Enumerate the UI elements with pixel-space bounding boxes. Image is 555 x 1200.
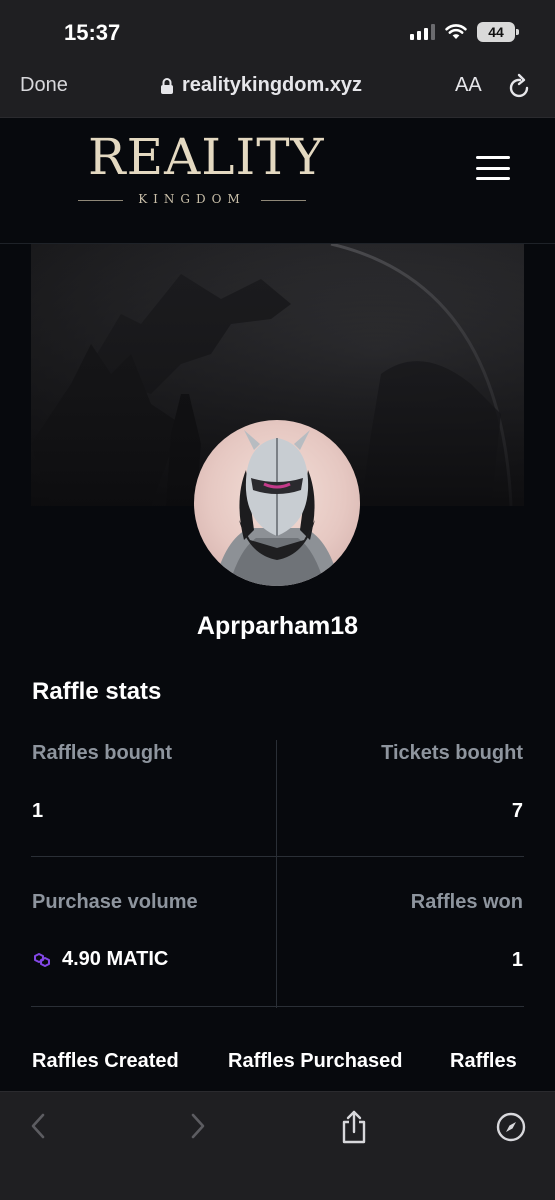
browser-bottom-toolbar [0, 1091, 555, 1200]
raffles-bought-value: 1 [32, 800, 44, 822]
logo-sub-text: KINGDOM [138, 192, 246, 206]
logo-divider-right [261, 200, 306, 201]
address-bar[interactable]: realitykingdom.xyz [160, 74, 362, 97]
stats-divider-bottom [31, 1006, 524, 1007]
battery-level: 44 [488, 24, 504, 40]
compass-icon[interactable] [496, 1112, 526, 1142]
status-time: 15:37 [64, 20, 121, 45]
raffles-bought-label: Raffles bought [32, 742, 172, 764]
done-button[interactable]: Done [20, 74, 68, 97]
reload-icon[interactable] [508, 73, 532, 99]
status-icons: 44 [410, 22, 519, 42]
purchase-volume-value: 4.90 MATIC [62, 948, 169, 970]
raffles-won-label: Raffles won [410, 891, 523, 913]
share-icon[interactable] [340, 1110, 368, 1144]
menu-icon[interactable] [476, 156, 510, 180]
raffle-stats-title: Raffle stats [32, 678, 162, 705]
logo-main-text: REALITY [88, 128, 325, 186]
knight-avatar-image [214, 430, 340, 586]
tab-raffles-purchased[interactable]: Raffles Purchased [228, 1050, 403, 1073]
purchase-volume: 4.90 MATIC [32, 948, 168, 971]
profile-username: Aprparham18 [196, 612, 359, 640]
cellular-signal-icon [410, 24, 435, 40]
back-icon[interactable] [28, 1112, 48, 1140]
browser-toolbar: Done realitykingdom.xyz AA [0, 60, 555, 118]
status-bar: 15:37 44 [0, 0, 555, 60]
text-size-button[interactable]: AA [455, 74, 482, 97]
tickets-bought-label: Tickets bought [381, 742, 523, 764]
stats-divider-horizontal [31, 856, 524, 857]
tab-raffles[interactable]: Raffles [450, 1050, 517, 1073]
site-logo[interactable]: REALITY KINGDOM [78, 128, 324, 224]
stats-divider-vertical [276, 740, 277, 1008]
url-text: realitykingdom.xyz [182, 74, 363, 96]
tab-raffles-created[interactable]: Raffles Created [32, 1050, 179, 1073]
avatar [194, 420, 360, 586]
lock-icon [161, 77, 173, 94]
site-header: REALITY KINGDOM [0, 118, 555, 244]
tickets-bought-value: 7 [511, 800, 523, 822]
raffles-won-value: 1 [511, 949, 523, 971]
matic-icon [34, 952, 50, 967]
battery-icon: 44 [477, 22, 519, 42]
wifi-icon [445, 24, 467, 39]
forward-icon[interactable] [188, 1112, 208, 1140]
purchase-volume-label: Purchase volume [32, 891, 198, 913]
